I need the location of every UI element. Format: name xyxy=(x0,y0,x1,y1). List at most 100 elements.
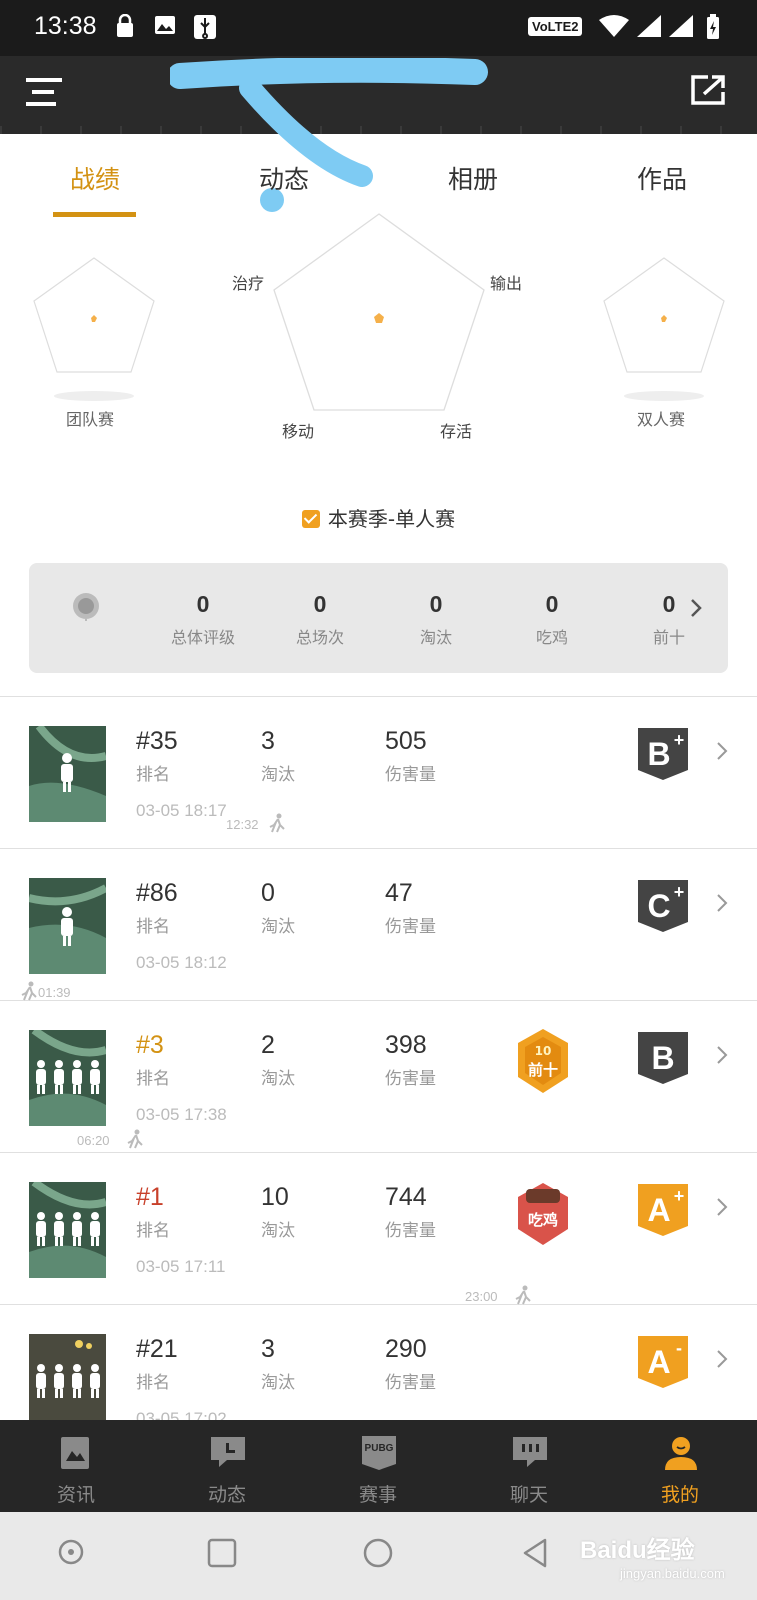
svg-text:B: B xyxy=(651,1040,674,1076)
chat-icon xyxy=(513,1437,547,1467)
svg-text:A: A xyxy=(647,1192,670,1228)
tab-feed[interactable]: 动态 xyxy=(214,160,354,196)
match-time: 03-05 17:11 xyxy=(136,1257,226,1276)
chicken-dinner-medal: 吃鸡 xyxy=(518,1183,568,1245)
volte-badge: VoLTE2 xyxy=(528,17,583,36)
svg-text:前十: 前十 xyxy=(528,1061,558,1079)
system-nav-bar: Baidu经验 jingyan.baidu.com xyxy=(0,1512,757,1600)
profile-icon xyxy=(665,1437,697,1470)
squad-icon xyxy=(36,1340,100,1398)
chevron-right-icon[interactable] xyxy=(716,1197,728,1217)
chevron-right-icon[interactable] xyxy=(689,597,703,619)
radar-axis-damage: 输出 xyxy=(490,274,523,293)
runner-icon xyxy=(515,1285,531,1305)
svg-text:C: C xyxy=(647,888,670,924)
kills-column: 2 淘汰 xyxy=(261,1031,295,1089)
svg-text:+: + xyxy=(674,882,685,902)
match-row[interactable]: #86 排名 0 淘汰 47 伤害量 03-05 18:12 01:39 C + xyxy=(0,849,757,1001)
image-icon xyxy=(155,16,175,34)
radar-team-label[interactable]: 团队赛 xyxy=(66,406,114,430)
match-time: 03-05 17:02 xyxy=(136,1409,227,1420)
status-bar: 13:38 VoLTE2 xyxy=(0,0,757,56)
tab-record[interactable]: 战绩 xyxy=(25,160,165,196)
map-thumbnail xyxy=(29,878,106,974)
radar-duo-label[interactable]: 双人赛 xyxy=(637,406,685,430)
map-thumbnail xyxy=(29,726,106,822)
chevron-right-icon[interactable] xyxy=(716,893,728,913)
nav-profile[interactable]: 我的 xyxy=(604,1420,756,1512)
stat-total-matches: 0 总场次 xyxy=(295,591,344,647)
rank-column: #35 排名 xyxy=(136,727,178,785)
stat-overall-rating: 0 总体评级 xyxy=(170,591,235,647)
grade-badge: B xyxy=(638,1032,688,1084)
summary-stats-banner[interactable]: 0 总体评级 0 总场次 0 淘汰 0 吃鸡 0 前十 xyxy=(29,563,728,673)
solo-radar-chart xyxy=(273,213,485,411)
damage-column: 290 伤害量 xyxy=(385,1335,436,1393)
match-time: 03-05 18:17 xyxy=(136,801,227,820)
rank-column: #1 排名 xyxy=(136,1183,170,1241)
svg-text:10: 10 xyxy=(535,1044,552,1058)
match-row[interactable]: #1 排名 10 淘汰 744 伤害量 03-05 17:11 23:00 吃鸡 A + xyxy=(0,1153,757,1305)
chevron-right-icon[interactable] xyxy=(716,1045,728,1065)
svg-text:-: - xyxy=(676,1338,682,1358)
tab-works[interactable]: 作品 xyxy=(592,160,732,196)
radar-section: 团队赛 治疗 输出 移动 存活 双人赛 xyxy=(0,210,757,480)
stat-chicken-dinners: 0 吃鸡 xyxy=(535,591,568,647)
match-time: 03-05 17:38 xyxy=(136,1105,227,1124)
nav-chat[interactable]: 聊天 xyxy=(453,1420,605,1512)
season-checkbox[interactable] xyxy=(301,510,320,528)
nav-feed[interactable]: 动态 xyxy=(151,1420,303,1512)
chevron-right-icon[interactable] xyxy=(716,1349,728,1369)
svg-text:吃鸡: 吃鸡 xyxy=(528,1211,558,1229)
back-button-icon[interactable] xyxy=(520,1537,550,1569)
duo-radar-chart[interactable] xyxy=(598,256,730,416)
squad-icon xyxy=(29,1182,106,1278)
match-duration: 06:20 xyxy=(77,1133,110,1148)
menu-icon[interactable] xyxy=(26,76,64,108)
squad-icon xyxy=(29,884,106,974)
runner-icon xyxy=(269,813,285,833)
squad-icon xyxy=(29,1030,106,1126)
nav-news[interactable]: 资讯 xyxy=(0,1420,152,1512)
nav-events[interactable]: PUBG 赛事 xyxy=(302,1420,454,1512)
kills-column: 10 淘汰 xyxy=(261,1183,295,1241)
damage-column: 398 伤害量 xyxy=(385,1031,436,1089)
kills-column: 3 淘汰 xyxy=(261,1335,295,1393)
stat-kills: 0 淘汰 xyxy=(419,591,452,647)
home-button-icon[interactable] xyxy=(362,1537,394,1569)
runner-icon xyxy=(127,1129,143,1149)
match-duration: 12:32 xyxy=(226,817,259,832)
kills-column: 3 淘汰 xyxy=(261,727,295,785)
svg-text:+: + xyxy=(674,1186,685,1206)
chevron-right-icon[interactable] xyxy=(716,741,728,761)
wifi-icon xyxy=(599,15,629,37)
watermark-url: jingyan.baidu.com xyxy=(620,1566,725,1581)
recents-button-icon[interactable] xyxy=(206,1537,238,1569)
bottom-nav: 资讯 动态 PUBG 赛事 聊天 我的 xyxy=(0,1420,757,1512)
radar-axis-heal: 治疗 xyxy=(232,274,265,293)
signal-icon-2 xyxy=(669,15,693,37)
season-filter[interactable]: 本赛季-单人赛 xyxy=(0,503,757,532)
damage-column: 47 伤害量 xyxy=(385,879,436,937)
svg-text:B: B xyxy=(647,736,670,772)
match-row[interactable]: #3 排名 2 淘汰 398 伤害量 03-05 17:38 06:20 10 前十 B xyxy=(0,1001,757,1153)
damage-column: 744 伤害量 xyxy=(385,1183,436,1241)
match-list: #35 排名 3 淘汰 505 伤害量 03-05 18:17 12:32 B + #8… xyxy=(0,696,757,1420)
battery-icon xyxy=(707,14,719,39)
radar-axis-survive: 存活 xyxy=(440,422,473,441)
match-row[interactable]: #21 排名 3 淘汰 290 伤害量 03-05 17:02 A- xyxy=(0,1305,757,1420)
stat-top-ten: 0 前十 xyxy=(652,591,685,647)
team-radar-chart[interactable] xyxy=(28,256,160,416)
share-icon[interactable] xyxy=(690,74,726,106)
svg-text:PUBG: PUBG xyxy=(365,1443,394,1454)
match-duration: 23:00 xyxy=(465,1289,498,1304)
grade-badge: A + xyxy=(638,1184,688,1236)
rank-column: #21 排名 xyxy=(136,1335,178,1393)
assistant-button-icon[interactable] xyxy=(56,1537,86,1567)
tab-album[interactable]: 相册 xyxy=(403,160,543,196)
runner-icon xyxy=(21,981,37,1001)
match-row[interactable]: #35 排名 3 淘汰 505 伤害量 03-05 18:17 12:32 B + xyxy=(0,697,757,849)
map-thumbnail xyxy=(29,1030,106,1126)
news-icon xyxy=(61,1437,89,1469)
pubg-icon: PUBG xyxy=(362,1436,396,1470)
